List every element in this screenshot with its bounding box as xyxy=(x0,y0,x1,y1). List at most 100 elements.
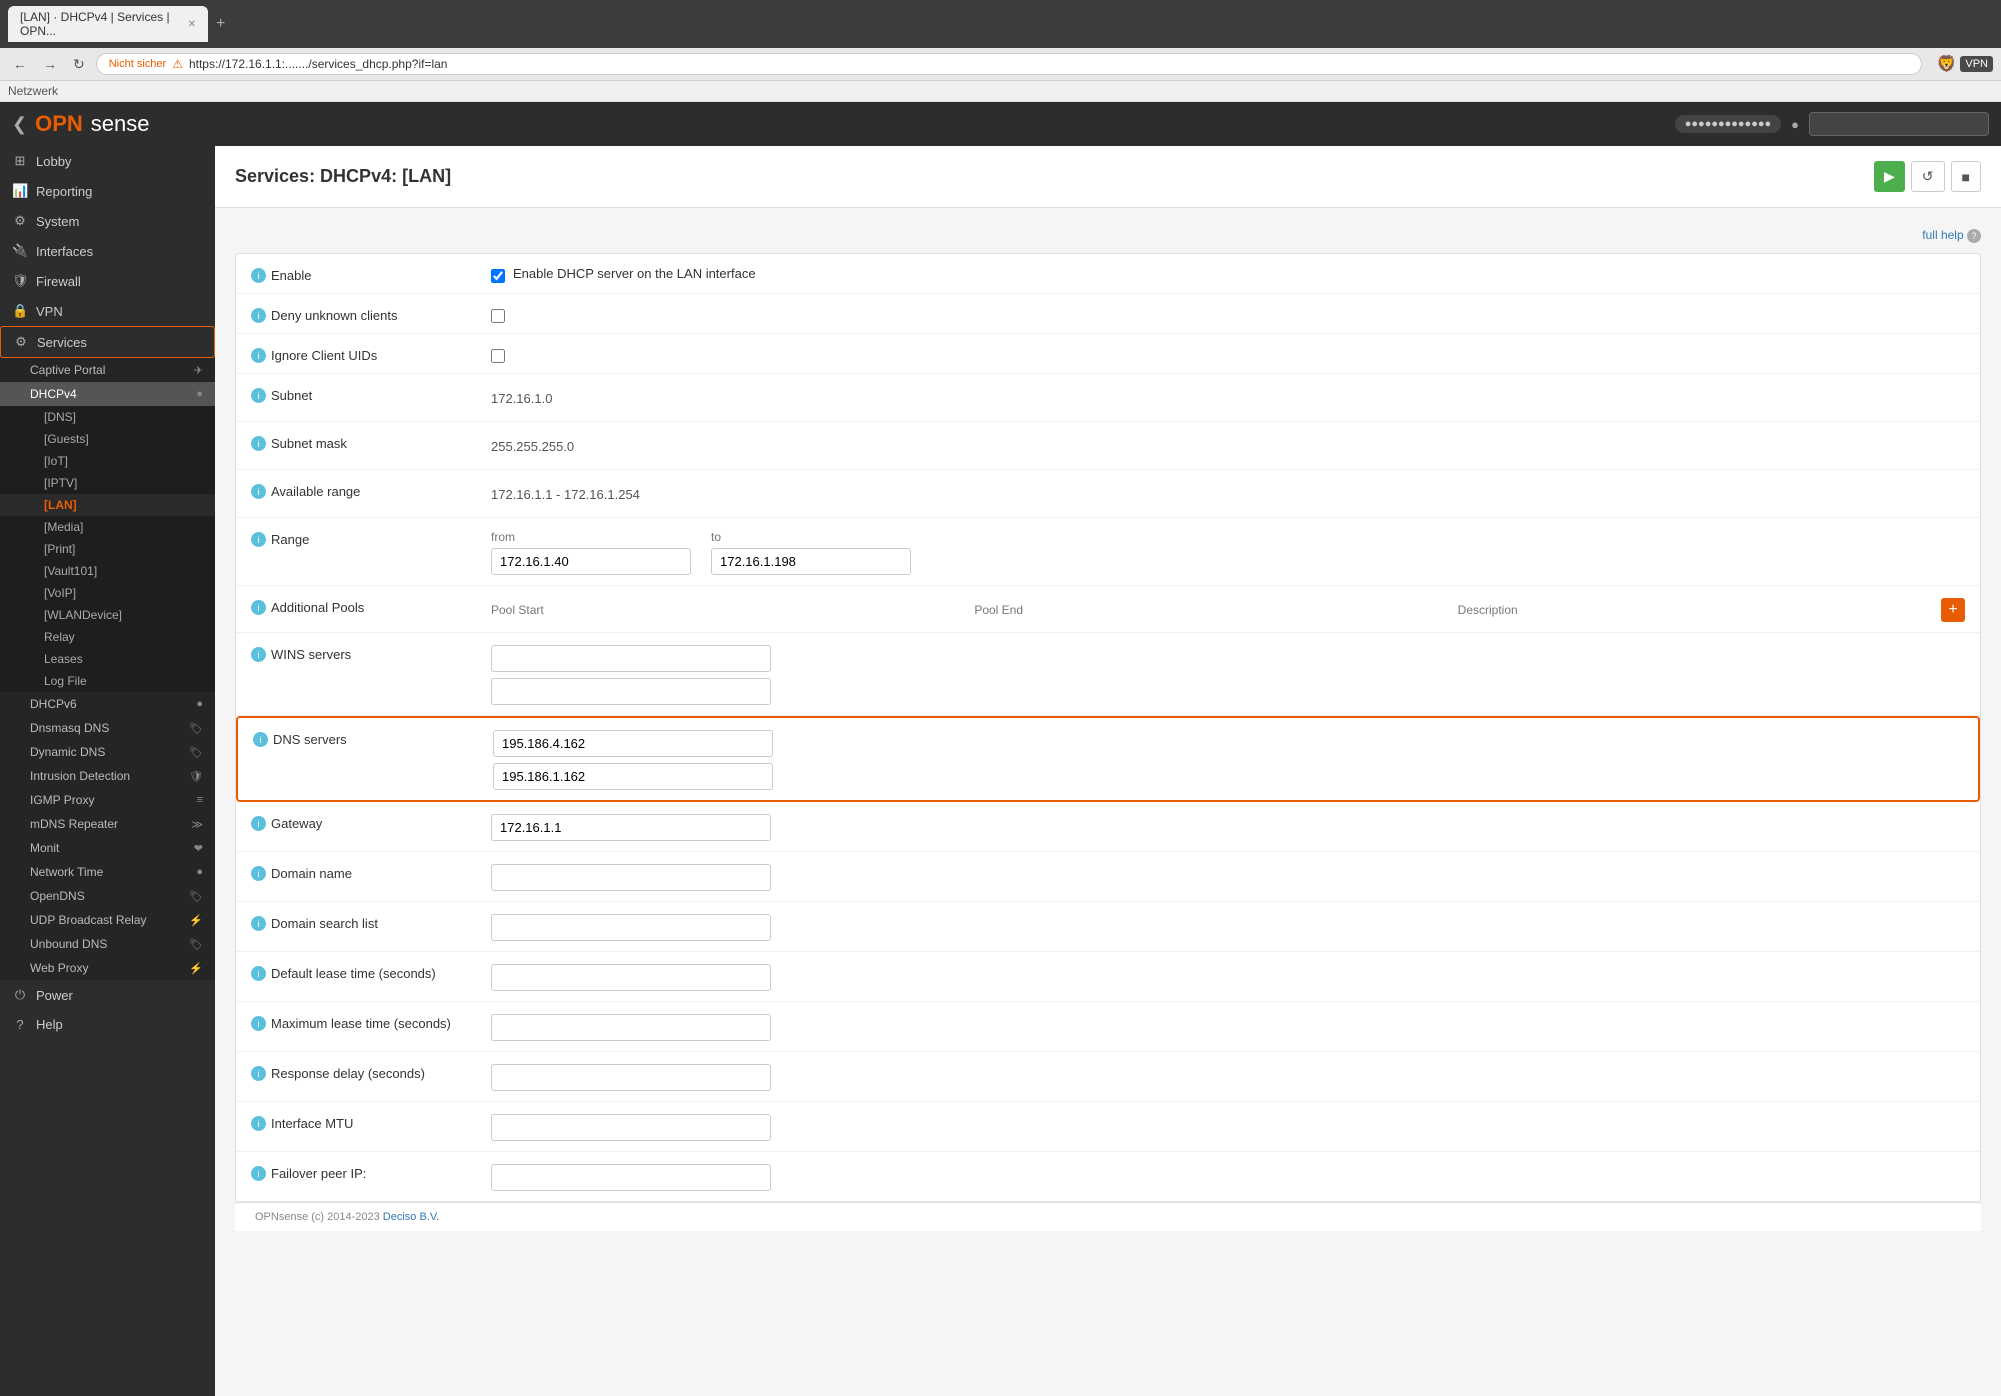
sidebar-sub-vault101[interactable]: [Vault101] xyxy=(0,560,215,582)
sidebar-submenu-intrusion-detection[interactable]: Intrusion Detection 🛡 xyxy=(0,764,215,788)
forward-button[interactable]: → xyxy=(38,54,62,74)
enable-checkbox[interactable] xyxy=(491,269,505,283)
sidebar-sub-voip[interactable]: [VoIP] xyxy=(0,582,215,604)
new-tab-button[interactable]: + xyxy=(216,15,225,33)
response-delay-input[interactable] xyxy=(491,1064,771,1091)
sidebar-sub-iot[interactable]: [IoT] xyxy=(0,450,215,472)
start-button[interactable]: ▶ xyxy=(1874,161,1905,192)
failover-input[interactable] xyxy=(491,1164,771,1191)
sidebar-item-power[interactable]: ⏻ Power xyxy=(0,980,215,1010)
sidebar-sub-dns[interactable]: [DNS] xyxy=(0,406,215,428)
dns-info-icon[interactable]: i xyxy=(253,732,268,747)
sidebar-submenu-web-proxy[interactable]: Web Proxy ⚡ xyxy=(0,956,215,980)
sidebar-sub-guests[interactable]: [Guests] xyxy=(0,428,215,450)
range-to-input[interactable] xyxy=(711,548,911,575)
sidebar-submenu-udp-broadcast[interactable]: UDP Broadcast Relay ⚡ xyxy=(0,908,215,932)
sidebar-item-system[interactable]: ⚙ System xyxy=(0,206,215,236)
back-button[interactable]: ← xyxy=(8,54,32,74)
sidebar-sub-print[interactable]: [Print] xyxy=(0,538,215,560)
address-bar[interactable]: Nicht sicher ⚠ https://172.16.1.1:......… xyxy=(96,53,1923,75)
max-lease-label: i Maximum lease time (seconds) xyxy=(251,1012,491,1031)
sidebar-submenu-dhcpv6[interactable]: DHCPv6 ● xyxy=(0,692,215,716)
sidebar-sub-leases[interactable]: Leases xyxy=(0,648,215,670)
domain-name-input[interactable] xyxy=(491,864,771,891)
gateway-info-icon[interactable]: i xyxy=(251,816,266,831)
form-row-additional-pools: i Additional Pools Pool Start Pool End D… xyxy=(236,586,1980,633)
collapse-button[interactable]: ❮ xyxy=(12,114,27,135)
gateway-input[interactable] xyxy=(491,814,771,841)
sidebar-submenu-dynamic-dns[interactable]: Dynamic DNS 🏷 xyxy=(0,740,215,764)
reload-button[interactable]: ↻ xyxy=(68,54,90,75)
full-help-link[interactable]: full help ? xyxy=(235,228,1981,243)
help-icon: ? xyxy=(12,1017,28,1032)
wins-input-2[interactable] xyxy=(491,678,771,705)
dhcpv6-label: DHCPv6 xyxy=(30,697,77,711)
browser-tab[interactable]: [LAN] · DHCPv4 | Services | OPN... ✕ xyxy=(8,6,208,42)
form-row-domain-name: i Domain name xyxy=(236,852,1980,902)
response-delay-info-icon[interactable]: i xyxy=(251,1066,266,1081)
sidebar-sub-log-file[interactable]: Log File xyxy=(0,670,215,692)
available-range-info-icon[interactable]: i xyxy=(251,484,266,499)
network-time-label: Network Time xyxy=(30,865,103,879)
bookmarks-item[interactable]: Netzwerk xyxy=(8,84,58,98)
domain-name-info-icon[interactable]: i xyxy=(251,866,266,881)
deny-unknown-checkbox[interactable] xyxy=(491,309,505,323)
dns-input-1[interactable] xyxy=(493,730,773,757)
sidebar-submenu-unbound-dns[interactable]: Unbound DNS 🏷 xyxy=(0,932,215,956)
sidebar-label-services: Services xyxy=(37,335,87,350)
sidebar-submenu-opendns[interactable]: OpenDNS 🏷 xyxy=(0,884,215,908)
wins-info-icon[interactable]: i xyxy=(251,647,266,662)
address-url: https://172.16.1.1:......./services_dhcp… xyxy=(189,57,448,71)
sidebar-submenu-igmp[interactable]: IGMP Proxy ≡ xyxy=(0,788,215,812)
add-pool-button[interactable]: + xyxy=(1941,598,1965,622)
sidebar-sub-relay[interactable]: Relay xyxy=(0,626,215,648)
interface-mtu-input[interactable] xyxy=(491,1114,771,1141)
deny-info-icon[interactable]: i xyxy=(251,308,266,323)
refresh-button[interactable]: ↺ xyxy=(1911,161,1945,192)
max-lease-info-icon[interactable]: i xyxy=(251,1016,266,1031)
wins-input-1[interactable] xyxy=(491,645,771,672)
ignore-uids-checkbox[interactable] xyxy=(491,349,505,363)
sidebar-sub-media[interactable]: [Media] xyxy=(0,516,215,538)
domain-search-input[interactable] xyxy=(491,914,771,941)
power-icon: ⏻ xyxy=(12,987,28,1003)
sidebar-item-services[interactable]: ⚙ Services xyxy=(0,326,215,358)
sidebar-sub-wlandevice[interactable]: [WLANDevice] xyxy=(0,604,215,626)
sidebar-item-help[interactable]: ? Help xyxy=(0,1010,215,1039)
additional-pools-info-icon[interactable]: i xyxy=(251,600,266,615)
stop-button[interactable]: ■ xyxy=(1951,161,1981,192)
domain-search-info-icon[interactable]: i xyxy=(251,916,266,931)
dns-input-2[interactable] xyxy=(493,763,773,790)
tab-close-button[interactable]: ✕ xyxy=(188,19,196,30)
default-lease-info-icon[interactable]: i xyxy=(251,966,266,981)
interface-mtu-info-icon[interactable]: i xyxy=(251,1116,266,1131)
sidebar-item-firewall[interactable]: 🛡 Firewall xyxy=(0,266,215,296)
opendns-icon: 🏷 xyxy=(189,890,203,903)
deciso-link[interactable]: Deciso B.V. xyxy=(383,1211,439,1223)
sidebar-item-lobby[interactable]: ⊞ Lobby xyxy=(0,146,215,176)
wins-label: i WINS servers xyxy=(251,643,491,662)
sidebar-submenu-monit[interactable]: Monit ❤ xyxy=(0,836,215,860)
sidebar-item-vpn[interactable]: 🔒 VPN xyxy=(0,296,215,326)
sidebar-sub-iptv[interactable]: [IPTV] xyxy=(0,472,215,494)
sidebar-item-reporting[interactable]: 📊 Reporting xyxy=(0,176,215,206)
sidebar-submenu-captive-portal[interactable]: Captive Portal ✈ xyxy=(0,358,215,382)
default-lease-input[interactable] xyxy=(491,964,771,991)
max-lease-input[interactable] xyxy=(491,1014,771,1041)
sidebar-submenu-dhcpv4[interactable]: DHCPv4 ● xyxy=(0,382,215,406)
sidebar-submenu-mdns[interactable]: mDNS Repeater ≫ xyxy=(0,812,215,836)
topbar: ❮ OPNsense ●●●●●●●●●●●●● ● xyxy=(0,102,2001,146)
ignore-uids-info-icon[interactable]: i xyxy=(251,348,266,363)
sidebar-submenu-network-time[interactable]: Network Time ● xyxy=(0,860,215,884)
range-info-icon[interactable]: i xyxy=(251,532,266,547)
enable-info-icon[interactable]: i xyxy=(251,268,266,283)
subnet-mask-info-icon[interactable]: i xyxy=(251,436,266,451)
sidebar-item-interfaces[interactable]: 🔌 Interfaces xyxy=(0,236,215,266)
form-row-subnet: i Subnet 172.16.1.0 xyxy=(236,374,1980,422)
failover-info-icon[interactable]: i xyxy=(251,1166,266,1181)
sidebar-sub-lan[interactable]: [LAN] xyxy=(0,494,215,516)
range-from-input[interactable] xyxy=(491,548,691,575)
search-input[interactable] xyxy=(1809,112,1989,136)
sidebar-submenu-dnsmasq[interactable]: Dnsmasq DNS 🏷 xyxy=(0,716,215,740)
subnet-info-icon[interactable]: i xyxy=(251,388,266,403)
